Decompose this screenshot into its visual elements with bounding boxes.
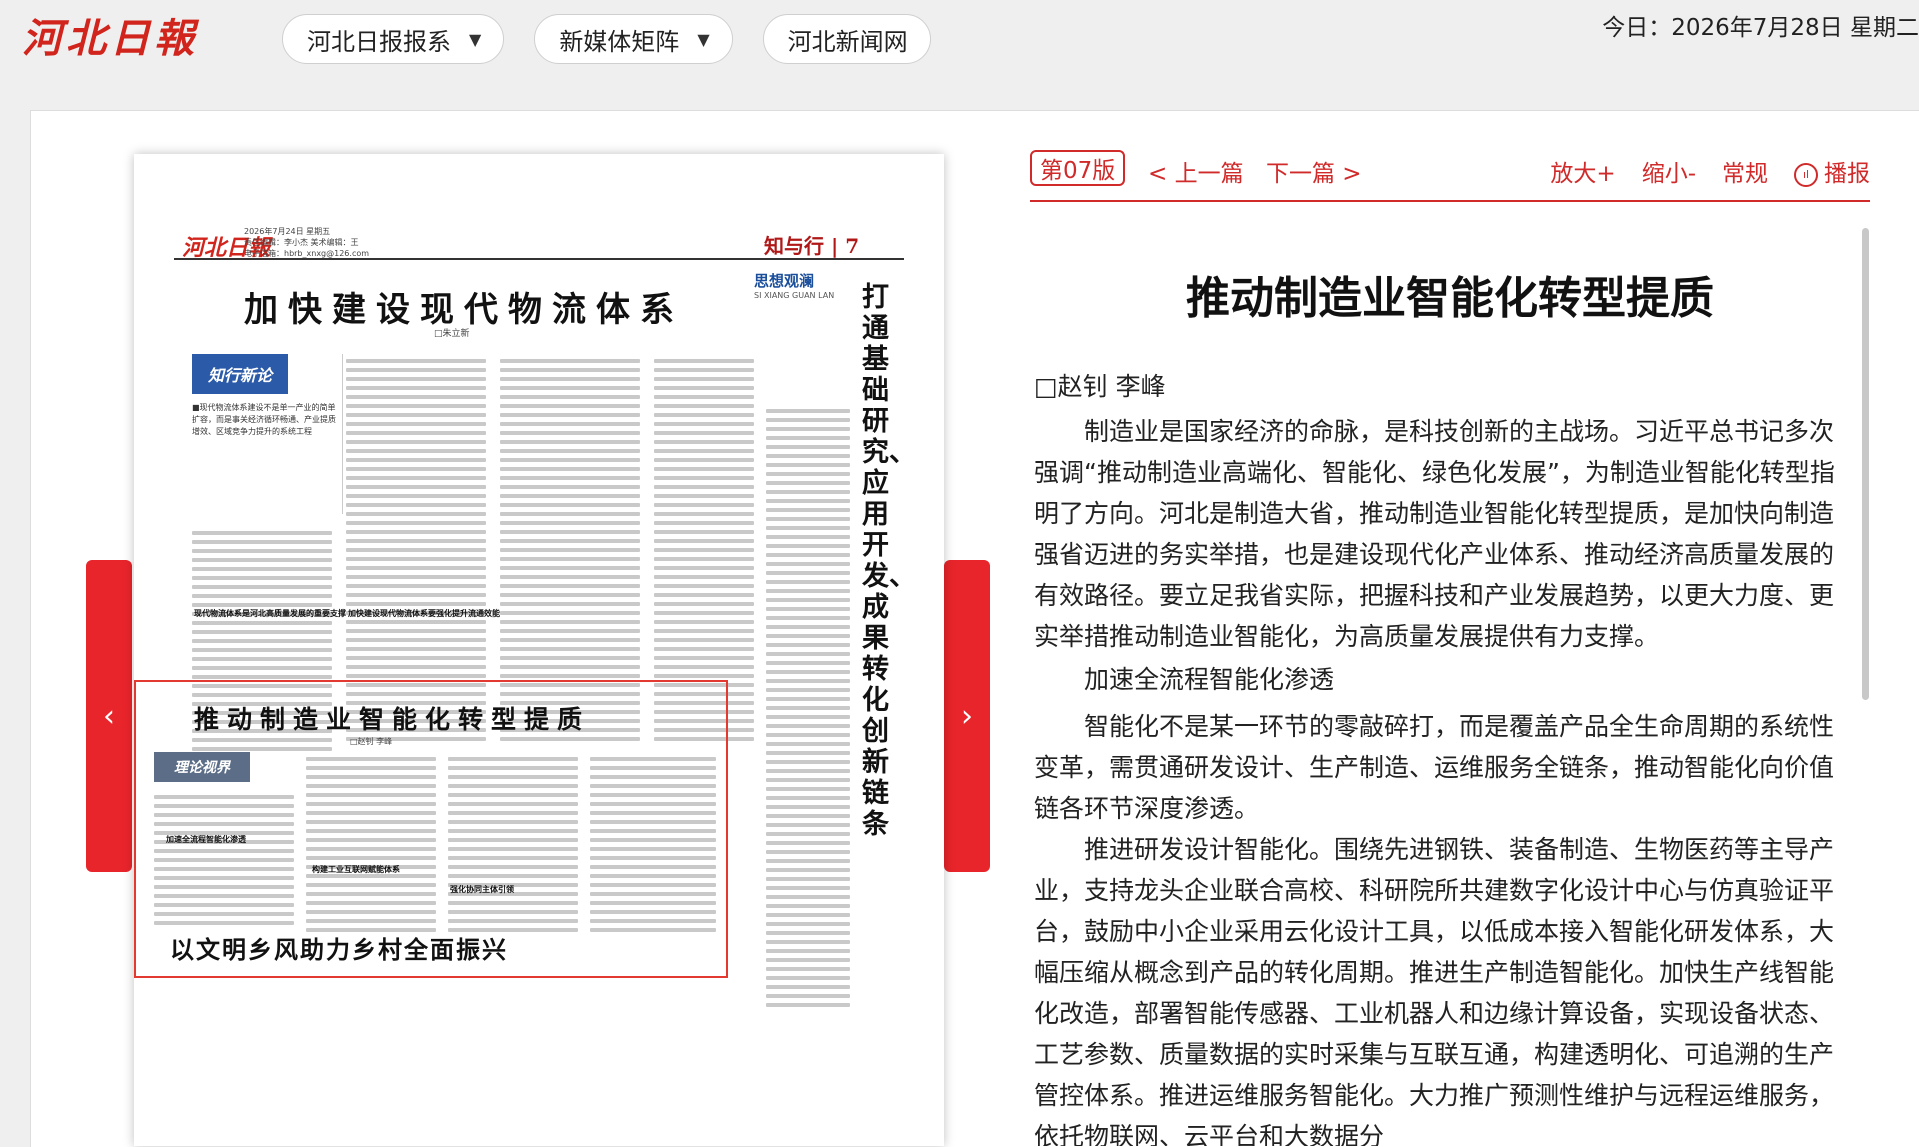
paper-meta: 2026年7月24日 星期五 责任编辑：李小杰 美术编辑：王 电子信箱：hbrb…	[244, 226, 369, 259]
logo-mark: 河北日報	[22, 15, 198, 62]
article-paragraph: 制造业是国家经济的命脉，是科技创新的主战场。习近平总书记多次强调“推动制造业高端…	[1034, 417, 1835, 651]
article-scrollbar[interactable]	[1862, 228, 1869, 700]
text-column	[448, 752, 578, 942]
paper-byline: □朱立新	[434, 329, 470, 339]
article-toolbar: 第07版 < 上一篇 下一篇 > 放大+ 缩小- 常规 ıl 播报	[1030, 148, 1870, 202]
nav-label: 新媒体矩阵	[559, 27, 680, 56]
article-body: □赵钊 李峰 制造业是国家经济的命脉，是科技创新的主战场。习近平总书记多次强调“…	[1034, 366, 1854, 1146]
article-paragraph: 智能化不是某一环节的零敲碎打，而是覆盖产品全生命周期的系统性变革，需贯通研发设计…	[1034, 712, 1835, 823]
zoom-out-button[interactable]: 缩小-	[1642, 154, 1696, 188]
zoom-in-button[interactable]: 放大+	[1550, 154, 1615, 188]
paper-article-headline[interactable]: 加快建设现代物流体系	[244, 282, 684, 331]
divider	[174, 258, 904, 260]
paper-vertical-headline[interactable]: 打通基础研究、应用开发、成果转化创新链条	[862, 282, 916, 840]
top-nav: 河北日报报系 ▼ 新媒体矩阵 ▼ 河北新闻网	[282, 14, 931, 64]
play-audio-button[interactable]: ıl 播报	[1794, 154, 1870, 188]
text-column	[590, 752, 716, 942]
text-column	[154, 790, 294, 930]
meta-date: 2026年7月24日 星期五	[244, 227, 331, 236]
edition-badge[interactable]: 第07版	[1030, 150, 1126, 186]
meta-editors: 责任编辑：李小杰 美术编辑：王	[244, 238, 359, 247]
highlighted-article-byline: □赵钊 李峰	[350, 737, 393, 746]
text-column	[766, 404, 850, 1094]
play-audio-label: 播报	[1824, 161, 1870, 187]
prev-article-link[interactable]: < 上一篇	[1148, 154, 1244, 188]
nav-label: 河北新闻网	[787, 27, 908, 56]
article-title: 推动制造业智能化转型提质	[1186, 273, 1714, 324]
newspaper-page: 河北日報 2026年7月24日 星期五 责任编辑：李小杰 美术编辑：王 电子信箱…	[134, 154, 944, 1146]
nav-hebei-news-net[interactable]: 河北新闻网	[762, 14, 931, 64]
chevron-right-icon: ›	[961, 698, 973, 734]
text-column	[306, 752, 436, 942]
paper-article-headline-bottom[interactable]: 以文明乡风助力乡村全面振兴	[170, 930, 508, 965]
nav-label: 河北日报报系	[307, 27, 451, 56]
normal-size-button[interactable]: 常规	[1722, 154, 1768, 188]
audio-wave-icon: ıl	[1794, 162, 1818, 187]
paper-subheading: 加速全流程智能化渗透	[166, 835, 246, 844]
highlighted-article-headline[interactable]: 推动制造业智能化转型提质	[194, 700, 590, 736]
column-badge-pinyin: SI XIANG GUAN LAN	[754, 291, 835, 300]
chevron-left-icon: ‹	[103, 698, 115, 734]
side-badge: 知行新论	[192, 354, 288, 394]
article-subheading: 加速全流程智能化渗透	[1084, 665, 1335, 694]
site-logo[interactable]: 河北日報	[22, 6, 198, 64]
column-badge-title: 思想观澜	[754, 272, 815, 290]
next-page-button[interactable]: ›	[944, 560, 990, 872]
chevron-down-icon: ▼	[469, 29, 482, 49]
paper-section-label: 知与行 | 7	[764, 234, 860, 258]
column-badge: 思想观澜 SI XIANG GUAN LAN	[754, 270, 840, 300]
paper-subheading: 现代物流体系是河北高质量发展的重要支撑	[194, 609, 346, 618]
reading-tools: 放大+ 缩小- 常规 ıl 播报	[1550, 154, 1870, 188]
paper-subheading: 构建工业互联网赋能体系	[312, 865, 400, 874]
side-text: ■现代物流体系建设不是单一产业的简单扩容，而是事关经济循环畅通、产业提质增效、区…	[192, 403, 336, 436]
theory-badge: 理论视界	[154, 752, 250, 782]
nav-new-media-matrix[interactable]: 新媒体矩阵 ▼	[534, 14, 733, 64]
paper-subheading: 加快建设现代物流体系要强化提升流通效能	[348, 609, 500, 618]
article-byline: □赵钊 李峰	[1034, 372, 1166, 401]
chevron-down-icon: ▼	[697, 29, 710, 49]
prev-page-button[interactable]: ‹	[86, 560, 132, 872]
paper-sidebox: 知行新论 ■现代物流体系建设不是单一产业的简单扩容，而是事关经济循环畅通、产业提…	[192, 354, 343, 514]
date-display: 今日：2026年7月28日 星期二	[1602, 15, 1919, 41]
paper-subheading: 强化协同主体引领	[450, 885, 514, 894]
nav-hebei-daily-group[interactable]: 河北日报报系 ▼	[282, 14, 505, 64]
next-article-link[interactable]: 下一篇 >	[1266, 154, 1362, 188]
article-paragraph: 推进研发设计智能化。围绕先进钢铁、装备制造、生物医药等主导产业，支持龙头企业联合…	[1034, 835, 1835, 1146]
